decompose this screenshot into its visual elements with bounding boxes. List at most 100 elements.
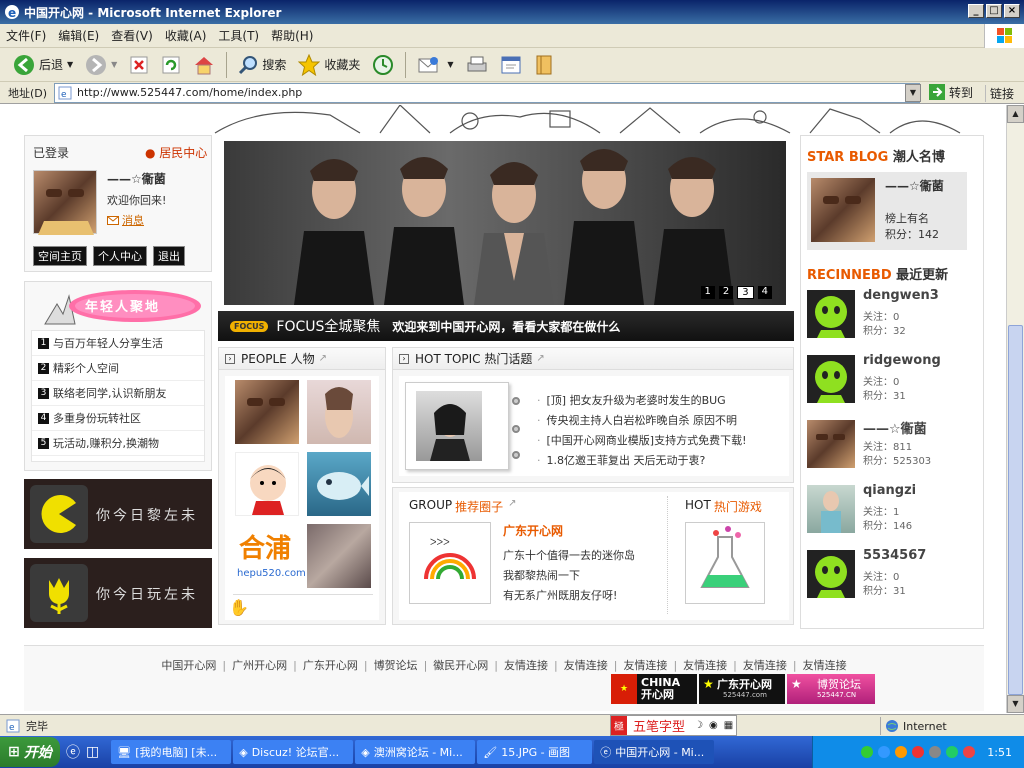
print-button[interactable] — [461, 50, 493, 80]
user-avatar[interactable] — [807, 355, 855, 403]
taskbar-task-1[interactable]: 🖥 [我的电脑] [未... — [111, 740, 232, 764]
resident-center-link[interactable]: ● 居民中心 — [145, 144, 207, 161]
punctuation-icon[interactable]: ◉ — [706, 720, 721, 731]
star-avatar[interactable] — [811, 178, 875, 242]
external-link-icon[interactable]: ↗ — [536, 353, 544, 364]
space-home-button[interactable]: 空间主页 — [33, 246, 87, 266]
quick-launch-ie-icon[interactable]: ⓔ — [66, 742, 80, 762]
refresh-button[interactable] — [156, 50, 186, 80]
star-name[interactable]: ——☆衞菌 — [885, 178, 965, 194]
recent-user-item[interactable]: dengwen3 关注：0 积分：32 — [807, 288, 977, 353]
slider-page-3[interactable]: 3 — [737, 286, 754, 299]
recent-user-item[interactable]: ridgewong 关注：0 积分：31 — [807, 353, 977, 418]
logout-button[interactable]: 退出 — [153, 246, 185, 266]
recent-user-item[interactable]: 5534567 关注：0 积分：31 — [807, 548, 977, 613]
tray-volume-icon[interactable] — [929, 746, 942, 758]
address-dropdown-button[interactable]: ▼ — [905, 84, 921, 102]
slider-page-2[interactable]: 2 — [718, 286, 734, 299]
footer-link[interactable]: 博贺论坛 — [374, 659, 418, 672]
people-hepu-logo[interactable]: 合浦 hepu520.com — [235, 524, 306, 588]
mail-button[interactable]: ▼ — [412, 50, 458, 80]
scroll-up-button[interactable]: ▲ — [1007, 105, 1024, 123]
taskbar-task-2[interactable]: ◈ Discuz! 论坛官... — [233, 740, 354, 764]
bohe-forum-logo[interactable]: ★ 博贺论坛 525447.CN — [787, 674, 875, 704]
menu-edit[interactable]: 编辑(E) — [52, 27, 105, 44]
footer-link[interactable]: 广东开心网 — [303, 659, 358, 672]
guangdong-kaixin-logo[interactable]: ★ 广东开心网 525447.com — [699, 674, 785, 704]
hot-topic-item[interactable]: · 1.8亿邀王菲复出 天后无动于衷? — [537, 450, 785, 470]
user-name[interactable]: 5534567 — [863, 548, 926, 563]
youth-list-item[interactable]: 4 多重身份玩转社区 — [32, 406, 204, 431]
scroll-hand-icon[interactable]: ✋ — [229, 598, 249, 617]
menu-view[interactable]: 查看(V) — [105, 27, 159, 44]
taskbar-task-3[interactable]: ◈ 澳洲窝论坛 - Mi... — [355, 740, 476, 764]
go-button[interactable]: 转到 — [928, 83, 973, 101]
edit-button[interactable] — [495, 50, 527, 80]
back-button[interactable]: 后退 ▼ — [8, 50, 78, 80]
people-photo-2[interactable] — [307, 380, 371, 444]
address-input[interactable]: e http://www.525447.com/home/index.php — [54, 83, 920, 103]
people-photo-6[interactable] — [307, 524, 371, 588]
avatar[interactable] — [33, 170, 97, 235]
hot-topic-item[interactable]: · [中国开心网商业模版]支持方式免费下载! — [537, 430, 785, 450]
home-button[interactable] — [188, 50, 220, 80]
group-name-link[interactable]: 广东开心网 — [503, 522, 563, 539]
menu-help[interactable]: 帮助(H) — [265, 27, 319, 44]
external-link-icon[interactable]: ↗ — [508, 498, 516, 515]
tray-update-icon[interactable] — [946, 746, 959, 758]
vertical-scrollbar[interactable]: ▲ ▼ — [1006, 105, 1024, 713]
menu-tools[interactable]: 工具(T) — [212, 27, 265, 44]
user-name[interactable]: ——☆衞菌 — [863, 418, 927, 437]
footer-link[interactable]: 友情连接 — [504, 659, 548, 672]
menu-favorites[interactable]: 收藏(A) — [159, 27, 213, 44]
external-link-icon[interactable]: ↗ — [319, 353, 327, 364]
tray-security-icon[interactable] — [912, 746, 925, 758]
footer-link[interactable]: 友情连接 — [743, 659, 787, 672]
footer-link[interactable]: 友情连接 — [803, 659, 847, 672]
moon-icon[interactable]: ☽ — [691, 720, 706, 731]
user-name[interactable]: dengwen3 — [863, 288, 939, 303]
promo-banner-1[interactable]: 你今日黎左未 — [24, 479, 212, 549]
user-avatar[interactable] — [807, 485, 855, 533]
links-button[interactable]: 链接 — [985, 85, 1014, 102]
youth-list-item[interactable]: 1 与百万年轻人分享生活 — [32, 331, 204, 356]
footer-link[interactable]: 友情连接 — [683, 659, 727, 672]
user-avatar[interactable] — [807, 290, 855, 338]
recent-user-item[interactable]: qiangzi 关注：1 积分：146 — [807, 483, 977, 548]
close-button[interactable]: × — [1004, 4, 1020, 18]
tray-umbrella-icon[interactable] — [861, 746, 874, 758]
youth-list-item[interactable]: 2 精彩个人空间 — [32, 356, 204, 381]
featured-photo[interactable]: 1 2 3 4 — [224, 141, 786, 305]
username[interactable]: ——☆衞菌 — [107, 170, 166, 187]
china-kaixin-logo[interactable]: ★ CHINA 开心网 — [611, 674, 697, 704]
user-name[interactable]: qiangzi — [863, 483, 916, 498]
scroll-thumb[interactable] — [1008, 325, 1023, 695]
start-button[interactable]: ⊞ 开始 — [0, 737, 60, 767]
hot-topic-item[interactable]: · [顶] 把女友升级为老婆时发生的BUG — [537, 390, 785, 410]
promo-banner-2[interactable]: 你今日玩左未 — [24, 558, 212, 628]
maximize-button[interactable]: □ — [986, 4, 1002, 18]
slider-page-4[interactable]: 4 — [757, 286, 772, 299]
search-button[interactable]: 搜索 — [233, 50, 291, 80]
recent-user-item[interactable]: ——☆衞菌 关注：811 积分：525303 — [807, 418, 977, 483]
minimize-button[interactable]: _ — [968, 4, 984, 18]
people-cartoon-avatar[interactable] — [235, 452, 299, 516]
people-fish-photo[interactable] — [307, 452, 371, 516]
footer-link[interactable]: 徽民开心网 — [433, 659, 488, 672]
youth-list-item[interactable]: 3 联络老同学,认识新朋友 — [32, 381, 204, 406]
footer-link[interactable]: 广州开心网 — [232, 659, 287, 672]
footer-link[interactable]: 友情连接 — [564, 659, 608, 672]
youth-list-item[interactable]: 5 玩活动,赚积分,换潮物 — [32, 431, 204, 456]
message-link[interactable]: 消息 — [107, 212, 144, 228]
group-image[interactable]: ᐳᐳᐳ — [409, 522, 491, 604]
user-name[interactable]: ridgewong — [863, 353, 941, 368]
footer-link[interactable]: 友情连接 — [623, 659, 667, 672]
personal-center-button[interactable]: 个人中心 — [93, 246, 147, 266]
ime-bar[interactable]: 極 五笔字型 ☽ ◉ ▦ — [610, 715, 738, 736]
forward-button[interactable]: ▼ — [80, 50, 122, 80]
taskbar-task-4[interactable]: 🖌 15.JPG - 画图 — [477, 740, 593, 764]
tray-disconnect-icon[interactable] — [963, 746, 976, 758]
user-avatar[interactable] — [807, 420, 855, 468]
footer-link[interactable]: 中国开心网 — [161, 659, 216, 672]
keyboard-icon[interactable]: ▦ — [721, 720, 736, 731]
